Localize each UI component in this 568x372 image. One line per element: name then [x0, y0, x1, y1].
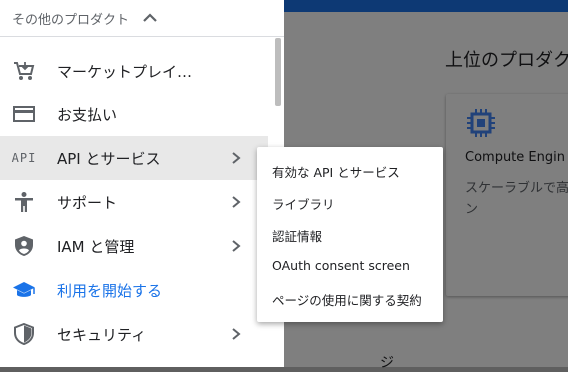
nav-item-iam-admin[interactable]: IAM と管理: [0, 224, 268, 268]
submenu-item-oauth-consent[interactable]: OAuth consent screen: [257, 251, 443, 283]
nav-item-marketplace[interactable]: マーケットプレイ…: [0, 49, 268, 93]
scrollbar-thumb[interactable]: [275, 38, 281, 106]
nav-item-support[interactable]: サポート: [0, 180, 268, 224]
api-icon-text: API: [11, 151, 37, 165]
chevron-right-icon: [232, 196, 241, 208]
nav-item-security[interactable]: セキュリティ: [0, 312, 268, 356]
nav-label-billing: お支払い: [57, 106, 118, 124]
nav-label-support: サポート: [57, 194, 118, 212]
nav-label-getting-started: 利用を開始する: [57, 282, 163, 300]
cart-icon: [12, 60, 36, 82]
chevron-up-icon: [143, 13, 157, 22]
chevron-right-icon: [232, 152, 241, 164]
nav-item-api-services[interactable]: API API とサービス: [0, 136, 268, 180]
nav-item-getting-started[interactable]: 利用を開始する: [0, 268, 268, 312]
person-icon: [12, 191, 36, 213]
api-services-submenu: 有効な API とサービス ライブラリ 認証情報 OAuth consent s…: [257, 147, 443, 322]
more-products-label: その他のプロダクト: [12, 13, 130, 28]
chevron-right-icon: [232, 240, 241, 252]
shield-person-icon: [12, 235, 36, 257]
nav-item-billing[interactable]: お支払い: [0, 92, 268, 136]
credit-card-icon: [12, 103, 36, 125]
more-products-header[interactable]: その他のプロダクト: [0, 0, 284, 37]
submenu-label-page-usage-agreements: ページの使用に関する契約: [272, 293, 422, 308]
nav-label-api-services: API とサービス: [57, 150, 161, 168]
nav-label-iam-admin: IAM と管理: [57, 238, 135, 256]
submenu-label-library: ライブラリ: [272, 197, 335, 212]
chevron-right-icon: [232, 328, 241, 340]
navigation-drawer: その他のプロダクト マーケットプレイ… お支払い API API とサービス サ…: [0, 0, 284, 367]
graduation-cap-icon: [12, 279, 36, 301]
submenu-item-page-usage-agreements[interactable]: ページの使用に関する契約: [257, 283, 443, 315]
security-shield-icon: [12, 323, 36, 345]
api-icon: API: [12, 147, 36, 169]
nav-label-security: セキュリティ: [57, 326, 147, 344]
submenu-item-credentials[interactable]: 認証情報: [257, 219, 443, 251]
submenu-item-library[interactable]: ライブラリ: [257, 187, 443, 219]
submenu-label-credentials: 認証情報: [272, 229, 323, 244]
submenu-item-enabled-apis[interactable]: 有効な API とサービス: [257, 155, 443, 187]
nav-label-marketplace: マーケットプレイ…: [57, 63, 193, 81]
submenu-label-enabled-apis: 有効な API とサービス: [272, 165, 400, 180]
submenu-label-oauth-consent: OAuth consent screen: [272, 258, 410, 273]
